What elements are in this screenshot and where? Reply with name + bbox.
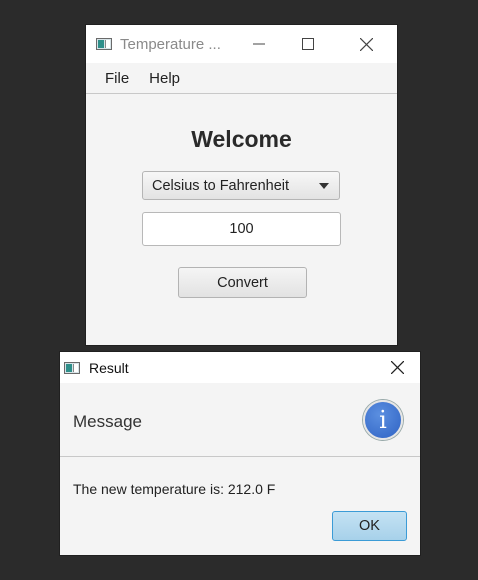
main-titlebar[interactable]: Temperature ... — [86, 25, 397, 63]
welcome-heading: Welcome — [191, 126, 292, 152]
window-title: Temperature ... — [120, 35, 221, 53]
dialog-header: Message i — [60, 383, 420, 457]
result-message: The new temperature is: 212.0 F — [73, 481, 276, 497]
dialog-titlebar[interactable]: Result — [60, 352, 420, 383]
minimize-icon — [253, 43, 265, 45]
menu-bar: File Help — [86, 63, 397, 94]
maximize-button[interactable] — [285, 25, 331, 63]
conversion-select-value: Celsius to Fahrenheit — [152, 177, 290, 194]
app-icon — [96, 38, 112, 50]
close-icon — [359, 37, 373, 51]
convert-button[interactable]: Convert — [178, 267, 307, 298]
info-icon: i — [363, 400, 403, 440]
close-icon — [390, 361, 404, 374]
dialog-title: Result — [89, 359, 129, 376]
dialog-header-text: Message — [73, 412, 142, 431]
dialog-close-button[interactable] — [374, 352, 420, 383]
main-window: Temperature ... File Help Welcome Celsiu… — [86, 25, 397, 345]
minimize-button[interactable] — [236, 25, 282, 63]
app-icon — [64, 361, 80, 374]
result-dialog: Result Message i The new temperature is:… — [60, 352, 420, 555]
ok-button[interactable]: OK — [332, 511, 407, 541]
conversion-select[interactable]: Celsius to Fahrenheit — [142, 171, 340, 200]
menu-help[interactable]: Help — [139, 70, 190, 87]
chevron-down-icon — [319, 183, 329, 189]
close-button[interactable] — [343, 25, 389, 63]
temperature-input[interactable] — [142, 212, 341, 246]
menu-file[interactable]: File — [95, 70, 139, 87]
maximize-icon — [302, 38, 314, 50]
